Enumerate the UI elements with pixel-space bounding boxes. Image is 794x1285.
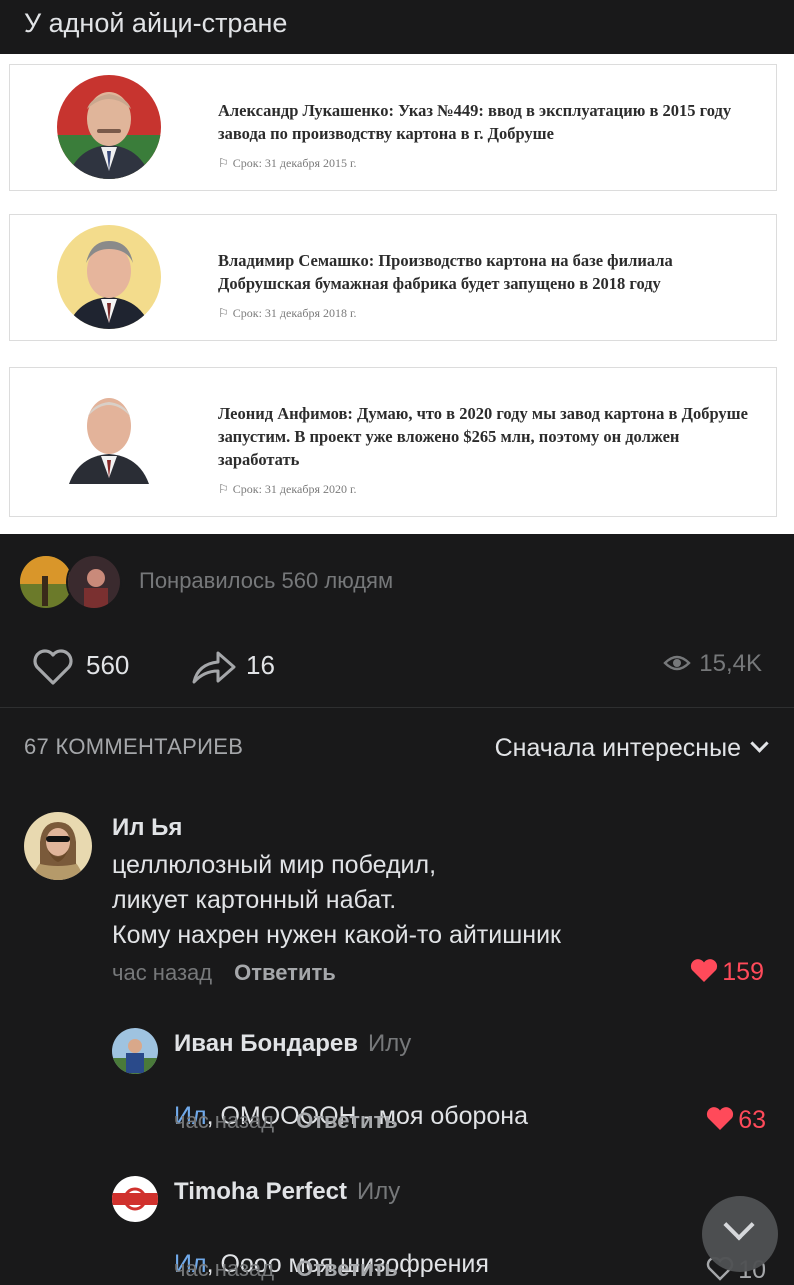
avatar[interactable] (112, 1176, 158, 1222)
comment-like-button[interactable]: 159 (690, 958, 764, 987)
reply-to[interactable]: Илу (368, 1030, 411, 1057)
post-title-bar: У адной айци-стране (0, 0, 794, 54)
avatar[interactable] (24, 812, 92, 880)
comment-author[interactable]: Timoha Perfect Илу (174, 1178, 400, 1206)
avatar[interactable] (112, 1028, 158, 1074)
quote-card-3: Леонид Анфимов: Думаю, что в 2020 году м… (9, 367, 777, 517)
deadline: ⚐ Срок: 31 декабря 2018 г. (218, 306, 357, 321)
reply-to[interactable]: Илу (357, 1178, 400, 1205)
deadline-text: Срок: 31 декабря 2018 г. (232, 306, 357, 320)
like-button[interactable]: 560 (32, 646, 152, 690)
deadline-text: Срок: 31 декабря 2015 г. (232, 156, 357, 170)
comment-author-name: Иван Бондарев (174, 1030, 358, 1057)
comment-likes-count: 159 (722, 958, 764, 986)
comment-author-name: Timoha Perfect (174, 1178, 347, 1205)
portrait-semashko (57, 225, 161, 329)
chevron-down-icon (723, 1209, 755, 1241)
comment-like-button[interactable]: 63 (706, 1106, 766, 1135)
comments-count: 67 КОММЕНТАРИЕВ (24, 734, 244, 759)
sort-dropdown[interactable]: Сначала интересные (494, 734, 769, 763)
chevron-down-icon (750, 734, 769, 753)
quote-text: Леонид Анфимов: Думаю, что в 2020 году м… (218, 404, 748, 469)
likes-count: 560 (86, 650, 130, 680)
finish-flag-icon: ⚐ (218, 482, 229, 496)
likers-row[interactable]: Понравилось 560 людям (18, 554, 418, 612)
comment: Ил Ья целлюлозный мир победил, ликует ка… (0, 808, 794, 1008)
post-image[interactable]: Александр Лукашенко: Указ №449: ввод в э… (0, 54, 794, 534)
comment-likes-count: 63 (738, 1106, 766, 1134)
comment-meta: час назад Ответить (174, 1108, 398, 1134)
deadline-text: Срок: 31 декабря 2020 г. (232, 482, 357, 496)
reply-button[interactable]: Ответить (296, 1256, 398, 1281)
comment-author[interactable]: Ил Ья (112, 814, 182, 842)
shares-count: 16 (246, 650, 275, 680)
comment-text: целлюлозный мир победил, ликует картонны… (112, 851, 561, 949)
comment-reply: Иван Бондарев Илу Ил, ОМОOOOH - моя оборо… (0, 1024, 794, 1154)
comment-time: час назад (112, 960, 213, 985)
comment-author[interactable]: Иван Бондарев Илу (174, 1030, 411, 1058)
deadline: ⚐ Срок: 31 декабря 2020 г. (218, 482, 357, 497)
comment-reply: Timoha Perfect Илу Ил, Оооо моя шизофрени… (0, 1172, 794, 1284)
reply-button[interactable]: Ответить (234, 960, 336, 985)
finish-flag-icon: ⚐ (218, 306, 229, 320)
scroll-down-button[interactable] (702, 1196, 778, 1272)
quote-text: Александр Лукашенко: Указ №449: ввод в э… (218, 101, 732, 143)
heart-filled-icon (707, 1107, 734, 1130)
finish-flag-icon: ⚐ (218, 156, 229, 170)
reply-button[interactable]: Ответить (296, 1108, 398, 1133)
comment-time: час назад (174, 1108, 275, 1133)
heart-filled-icon (691, 959, 718, 982)
views-count: 15,4K (699, 650, 762, 677)
heart-outline-icon (33, 649, 73, 685)
views: 15,4K (663, 650, 762, 678)
eye-icon (663, 655, 691, 671)
quote-card-2: Владимир Семашко: Производство картона н… (9, 214, 777, 341)
post-stats: 560 16 15,4K (0, 640, 794, 690)
deadline: ⚐ Срок: 31 декабря 2015 г. (218, 156, 357, 171)
comment-meta: час назад Ответить (174, 1256, 398, 1282)
quote-text: Владимир Семашко: Производство картона н… (218, 251, 673, 293)
likers-text: Понравилось 560 людям (139, 568, 394, 593)
post-title: У адной айци-стране (24, 8, 288, 38)
sort-label: Сначала интересные (494, 734, 741, 762)
portrait-anfimov (57, 380, 161, 484)
comment-time: час назад (174, 1256, 275, 1281)
quote-card-1: Александр Лукашенко: Указ №449: ввод в э… (9, 64, 777, 191)
liker-avatar (66, 554, 122, 610)
share-button[interactable]: 16 (190, 646, 290, 690)
portrait-lukashenko (57, 75, 161, 179)
comment-meta: час назад Ответить (112, 960, 336, 986)
share-arrow-icon (192, 651, 236, 684)
divider (0, 707, 794, 708)
